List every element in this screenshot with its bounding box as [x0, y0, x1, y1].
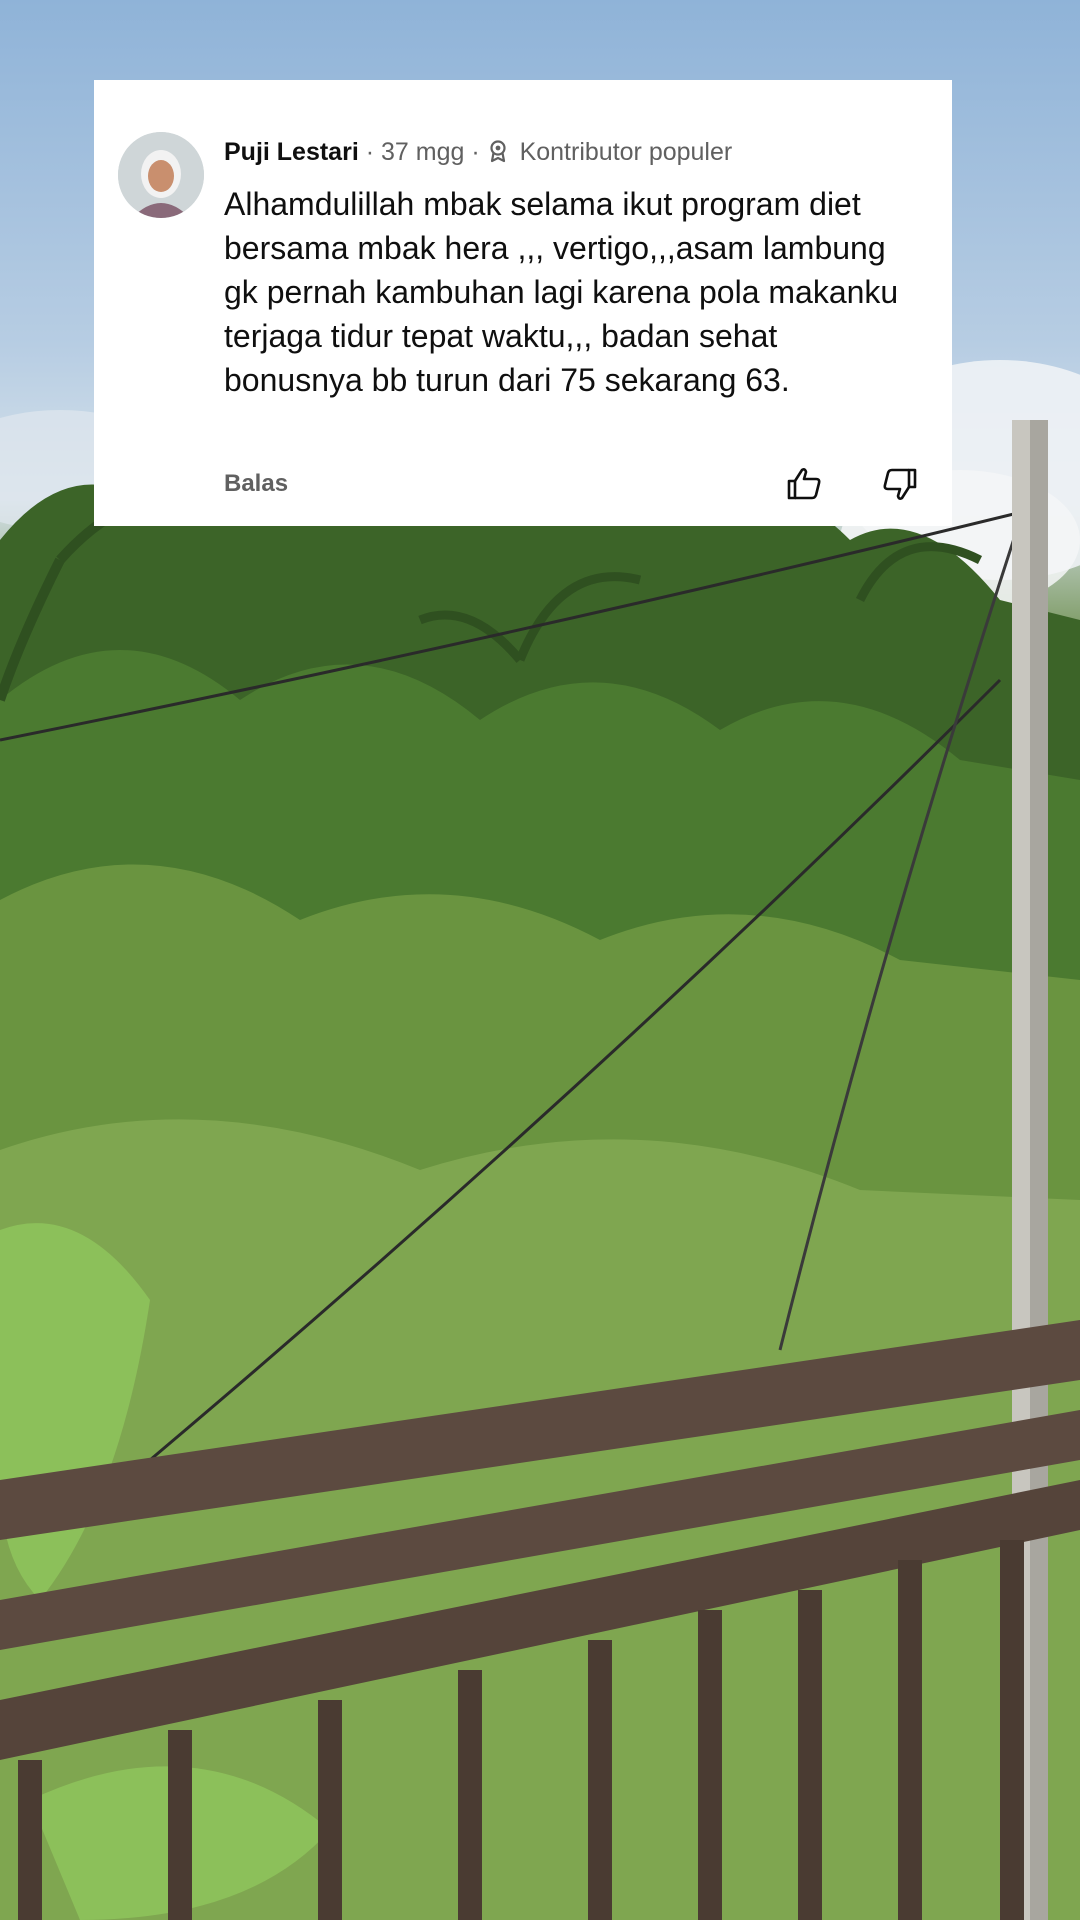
comment-card: Puji Lestari · 37 mgg · Kontributor popu… — [94, 80, 952, 526]
meta-separator: · — [471, 138, 480, 166]
author-name[interactable]: Puji Lestari — [224, 138, 359, 166]
meta-separator: · — [365, 138, 375, 166]
comment-header: Puji Lestari · 37 mgg · Kontributor popu… — [224, 138, 732, 167]
video-frame: Puji Lestari · 37 mgg · Kontributor popu… — [0, 0, 1080, 1920]
avatar[interactable] — [118, 132, 204, 218]
comment-text: Alhamdulillah mbak selama ikut program d… — [224, 186, 899, 398]
avatar-image — [118, 132, 204, 218]
thumbs-down-icon[interactable] — [880, 464, 920, 504]
reply-button[interactable]: Balas — [224, 470, 288, 498]
contributor-badge-label: Kontributor populer — [519, 138, 733, 166]
thumbs-up-icon[interactable] — [784, 464, 824, 504]
comment-age: 37 mgg — [381, 138, 465, 166]
contributor-badge-icon — [490, 140, 506, 163]
